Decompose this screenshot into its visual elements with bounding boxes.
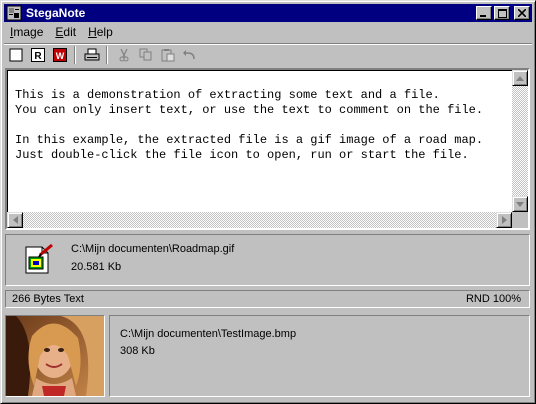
maximize-icon <box>497 8 507 18</box>
extracted-file-panel: C:\Mijn documenten\Roadmap.gif 20.581 Kb <box>5 234 530 286</box>
write-button[interactable]: W <box>50 46 70 64</box>
menu-image-label: mage <box>13 25 44 39</box>
scroll-right-button[interactable] <box>496 212 512 228</box>
extracted-file-path: C:\Mijn documenten\Roadmap.gif <box>71 243 235 255</box>
horizontal-scrollbar[interactable] <box>7 212 512 228</box>
paste-button[interactable] <box>158 46 178 64</box>
gif-file-icon[interactable] <box>22 243 56 277</box>
new-icon <box>9 48 23 62</box>
steganote-app-icon[interactable] <box>6 5 22 21</box>
menu-edit-label: dit <box>63 25 77 39</box>
read-letter: R <box>34 51 42 62</box>
read-button[interactable]: R <box>28 46 48 64</box>
arrow-up-icon <box>516 75 524 81</box>
write-icon: W <box>53 48 67 62</box>
cut-icon <box>119 48 129 62</box>
menu-help-accel: H <box>88 25 97 39</box>
print-button[interactable] <box>82 46 102 64</box>
toolbar-separator <box>106 46 108 64</box>
vertical-scrollbar[interactable] <box>512 70 528 212</box>
scroll-up-button[interactable] <box>512 70 528 86</box>
arrow-left-icon <box>12 216 18 224</box>
write-letter: W <box>56 51 65 61</box>
undo-icon <box>183 50 195 60</box>
toolbar-separator <box>74 46 76 64</box>
paste-icon <box>161 49 175 62</box>
text-editor[interactable]: This is a demonstration of extracting so… <box>5 68 530 230</box>
minimize-button[interactable] <box>476 6 492 20</box>
scroll-left-button[interactable] <box>7 212 23 228</box>
portrait-thumbnail <box>6 316 104 396</box>
arrow-down-icon <box>516 201 524 207</box>
menu-image[interactable]: Image <box>4 25 49 39</box>
menu-edit[interactable]: Edit <box>49 25 82 39</box>
carrier-image-info: C:\Mijn documenten\TestImage.bmp 308 Kb <box>109 315 530 397</box>
status-text-bytes: 266 Bytes Text <box>12 293 84 305</box>
copy-icon <box>139 48 152 61</box>
read-icon: R <box>31 48 45 62</box>
toolbar: R W <box>4 43 532 66</box>
title-bar[interactable]: StegaNote <box>4 4 532 22</box>
status-rnd: RND 100% <box>465 293 521 305</box>
image-thumbnail[interactable] <box>5 315 105 397</box>
status-bar: 266 Bytes Text RND 100% <box>5 290 530 308</box>
arrow-right-icon <box>501 216 507 224</box>
carrier-image-panel: C:\Mijn documenten\TestImage.bmp 308 Kb <box>5 315 530 399</box>
app-window: StegaNote Image Edit Help R W This is a … <box>0 0 536 404</box>
menu-help[interactable]: Help <box>82 25 119 39</box>
menu-help-label: elp <box>96 25 113 39</box>
editor-text[interactable]: This is a demonstration of extracting so… <box>15 88 508 163</box>
carrier-image-path: C:\Mijn documenten\TestImage.bmp <box>120 328 297 340</box>
undo-button[interactable] <box>180 46 200 64</box>
copy-button[interactable] <box>136 46 156 64</box>
cut-button[interactable] <box>114 46 134 64</box>
menu-bar: Image Edit Help <box>4 23 532 41</box>
print-icon <box>84 48 100 61</box>
maximize-button[interactable] <box>494 6 510 20</box>
minimize-icon <box>480 15 486 17</box>
carrier-image-size: 308 Kb <box>120 345 155 357</box>
close-button[interactable] <box>514 6 530 20</box>
extracted-file-size: 20.581 Kb <box>71 261 122 273</box>
new-button[interactable] <box>6 46 26 64</box>
scroll-down-button[interactable] <box>512 196 528 212</box>
window-title: StegaNote <box>26 6 86 20</box>
scrollbar-corner <box>512 212 528 228</box>
close-icon <box>518 9 526 17</box>
